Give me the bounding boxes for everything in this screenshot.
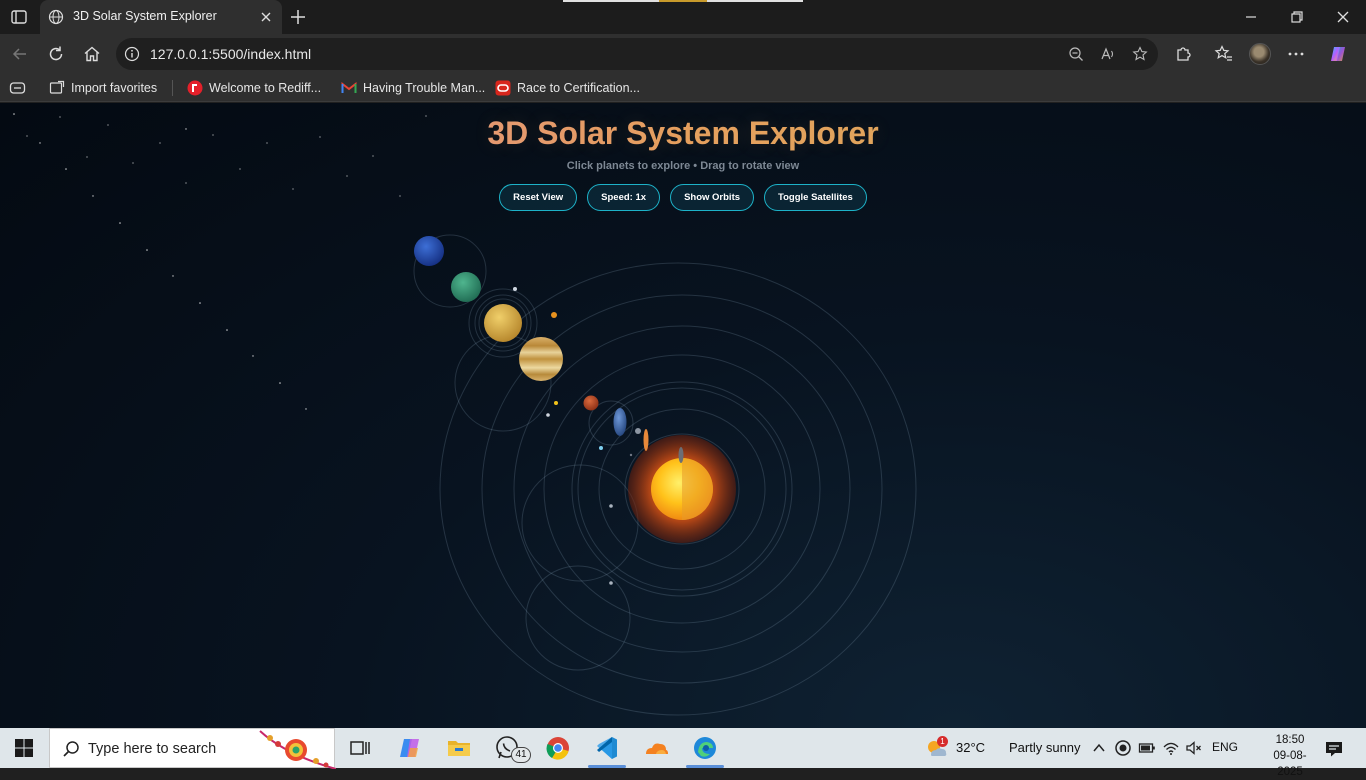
import-icon: [49, 80, 65, 94]
minimize-icon[interactable]: [1242, 8, 1260, 26]
restore-icon[interactable]: [1288, 8, 1306, 26]
volume-muted-icon[interactable]: [1185, 739, 1203, 757]
language-indicator[interactable]: ENG: [1212, 740, 1238, 754]
battery-icon[interactable]: [1138, 739, 1156, 757]
favorite-label: Having Trouble Man...: [363, 81, 486, 95]
page-subtitle: Click planets to explore • Drag to rotat…: [566, 160, 800, 172]
profile-avatar[interactable]: [1249, 43, 1271, 65]
file-explorer-icon[interactable]: [445, 734, 473, 762]
vscode-icon[interactable]: [593, 734, 621, 762]
tab-bar: 3D Solar System Explorer: [0, 0, 1366, 34]
favorite-import[interactable]: Import favorites: [49, 78, 157, 98]
chrome-icon[interactable]: [544, 734, 572, 762]
favorites-icon[interactable]: [1214, 44, 1234, 64]
oracle-logo-icon: [495, 80, 511, 96]
favorite-label: Import favorites: [71, 81, 158, 95]
search-icon: [63, 741, 79, 757]
favorite-label: Welcome to Rediff...: [209, 81, 322, 95]
zoom-out-icon[interactable]: [1068, 46, 1084, 62]
edge-icon[interactable]: [691, 734, 719, 762]
satellites[interactable]: [513, 287, 641, 585]
rediff-logo-icon: [187, 80, 203, 96]
planet-saturn[interactable]: [484, 304, 522, 342]
weather-description: Partly sunny: [1009, 740, 1081, 755]
clock-date: 09-08-2025: [1273, 750, 1307, 778]
url-text: 127.0.0.1:5500/index.html: [150, 46, 312, 62]
favorite-gmail[interactable]: Having Trouble Man...: [341, 78, 485, 98]
taskbar-search[interactable]: Type here to search: [49, 728, 336, 769]
tab-actions-icon[interactable]: [10, 8, 28, 26]
notifications-icon[interactable]: [1324, 739, 1344, 759]
new-tab-icon[interactable]: [288, 7, 308, 27]
site-info-icon[interactable]: [124, 46, 140, 62]
temperature: 32°C: [956, 740, 986, 755]
reset-view-button[interactable]: Reset View: [499, 184, 578, 211]
browser-tab[interactable]: 3D Solar System Explorer: [40, 0, 282, 34]
cloudflare-icon[interactable]: [642, 734, 670, 762]
favorite-label: Race to Certification...: [517, 81, 640, 95]
favorite-oracle[interactable]: Race to Certification...: [495, 78, 640, 98]
control-bar: Reset View Speed: 1x Show Orbits Toggle …: [0, 184, 1366, 211]
recording-icon[interactable]: [1114, 739, 1132, 757]
favorites-divider: [172, 80, 173, 96]
planet-mars[interactable]: [583, 395, 599, 411]
close-window-icon[interactable]: [1334, 8, 1352, 26]
show-orbits-button[interactable]: Show Orbits: [670, 184, 755, 211]
planet-mercury[interactable]: [678, 447, 684, 463]
gmail-icon: [341, 81, 357, 93]
clock[interactable]: 18:50 09-08-2025: [1262, 732, 1318, 780]
windows-start-icon[interactable]: [14, 738, 34, 758]
wifi-icon[interactable]: [1162, 739, 1180, 757]
speed-button[interactable]: Speed: 1x: [587, 184, 661, 211]
planet-jupiter[interactable]: [519, 337, 563, 381]
clock-time: 18:50: [1275, 734, 1305, 746]
planet-venus[interactable]: [643, 429, 649, 451]
favorite-rediff[interactable]: Welcome to Rediff...: [187, 78, 321, 98]
extensions-icon[interactable]: [1173, 44, 1193, 64]
show-hidden-icons-icon[interactable]: [1090, 739, 1108, 757]
search-placeholder: Type here to search: [88, 741, 217, 757]
copilot-icon[interactable]: [1328, 44, 1348, 64]
more-options-icon[interactable]: [1286, 44, 1306, 64]
task-view-icon[interactable]: [346, 734, 374, 762]
home-icon[interactable]: [82, 44, 102, 64]
copilot-taskbar-icon[interactable]: [396, 734, 424, 762]
favorites-bar: Import favorites Welcome to Rediff... Ha…: [0, 74, 1366, 102]
planet-uranus[interactable]: [451, 272, 481, 302]
weather-alert-badge: 1: [937, 736, 948, 747]
tab-title: 3D Solar System Explorer: [73, 9, 217, 23]
planet-neptune[interactable]: [414, 236, 444, 266]
rakhi-doodle-icon: [259, 730, 336, 769]
whatsapp-badge: 41: [511, 747, 531, 763]
collections-icon[interactable]: [9, 80, 26, 96]
taskbar: Type here to search 41 1 32°C Partly sun…: [0, 728, 1366, 778]
back-icon[interactable]: [10, 44, 30, 64]
close-tab-icon[interactable]: [258, 9, 274, 25]
toggle-satellites-button[interactable]: Toggle Satellites: [764, 184, 867, 211]
globe-icon: [48, 9, 64, 25]
page-title: 3D Solar System Explorer: [0, 115, 1366, 152]
read-aloud-icon[interactable]: [1100, 46, 1116, 62]
refresh-icon[interactable]: [46, 44, 66, 64]
solar-system-page: 3D Solar System Explorer Click planets t…: [0, 103, 1366, 728]
starfield: [13, 113, 427, 410]
favorite-star-icon[interactable]: [1132, 46, 1148, 62]
planet-earth[interactable]: [613, 408, 627, 436]
address-row: 127.0.0.1:5500/index.html: [0, 34, 1366, 74]
address-bar[interactable]: 127.0.0.1:5500/index.html: [116, 38, 1158, 70]
window-drag-indicator: [563, 0, 803, 2]
